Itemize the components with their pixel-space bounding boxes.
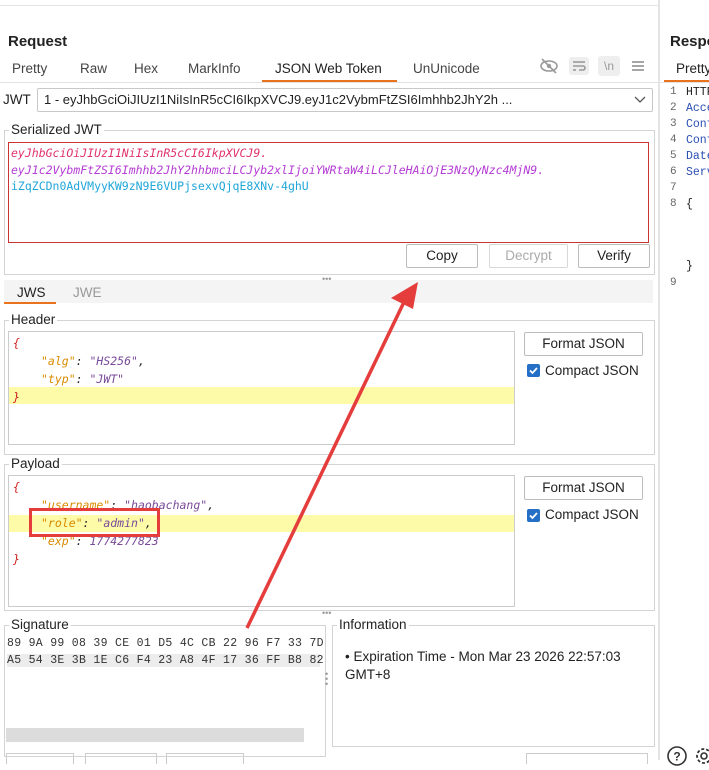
line-number: 7 [670,182,677,194]
line-number: 9 [670,277,677,289]
response-line: } [686,260,693,273]
response-line: Date [686,150,709,163]
response-tabs-divider [660,82,709,83]
response-line: HTTP [686,86,709,99]
response-line: Serv [686,166,709,179]
response-line: Conf [686,134,709,147]
response-title: Respo [670,33,709,50]
response-line: Acce [686,102,709,115]
annotation-arrow [245,282,418,629]
line-number: 3 [670,118,677,130]
response-line: Conf [686,118,709,131]
line-number: 6 [670,166,677,178]
line-number: 2 [670,102,677,114]
response-tab-pretty[interactable]: Pretty [676,61,709,76]
line-number: 4 [670,134,677,146]
svg-text:?: ? [673,750,680,764]
pane-divider-top [0,5,658,6]
pane-divider[interactable] [658,0,660,760]
help-icon[interactable]: ? [666,745,688,770]
line-number: 1 [670,86,677,98]
response-line: { [686,198,693,211]
settings-icon[interactable] [693,745,709,770]
line-number: 5 [670,150,677,162]
line-number: 8 [670,198,677,210]
